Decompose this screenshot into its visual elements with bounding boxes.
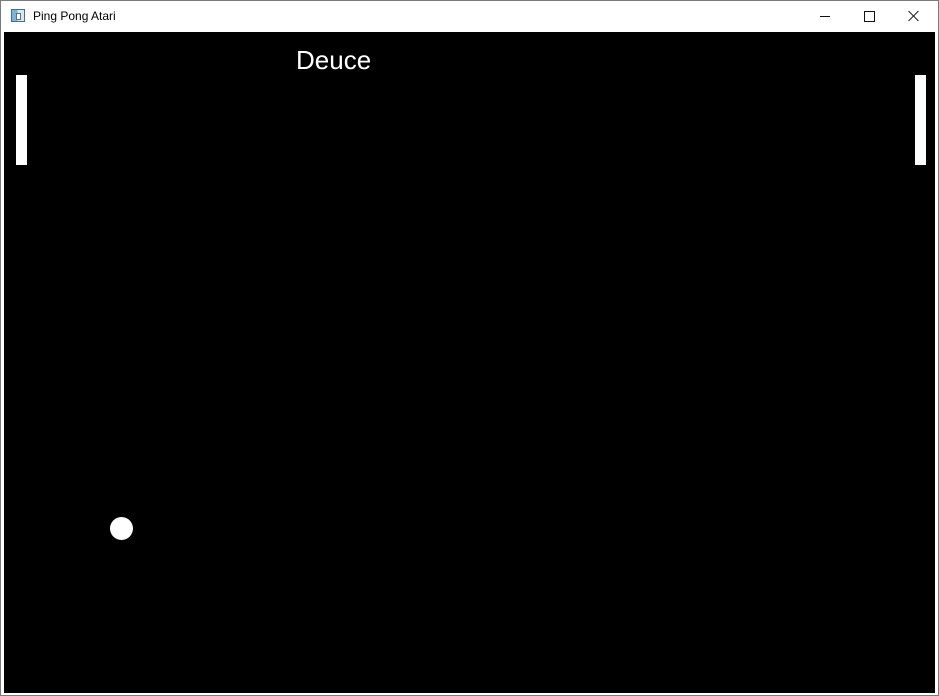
minimize-icon — [820, 16, 830, 17]
minimize-button[interactable] — [801, 1, 847, 32]
window-title-bar[interactable]: Ping Pong Atari — [1, 1, 938, 32]
maximize-icon — [864, 11, 875, 22]
window-app-icon — [11, 9, 25, 22]
maximize-button[interactable] — [846, 1, 892, 32]
window-title: Ping Pong Atari — [33, 9, 116, 23]
game-canvas[interactable]: Deuce — [4, 32, 935, 693]
close-button[interactable] — [891, 1, 937, 32]
close-icon — [908, 10, 920, 22]
left-paddle — [16, 75, 27, 165]
ball — [110, 517, 133, 540]
app-window: Ping Pong Atari Deuce — [0, 0, 939, 696]
right-paddle — [915, 75, 926, 165]
score-status-text: Deuce — [296, 45, 372, 75]
